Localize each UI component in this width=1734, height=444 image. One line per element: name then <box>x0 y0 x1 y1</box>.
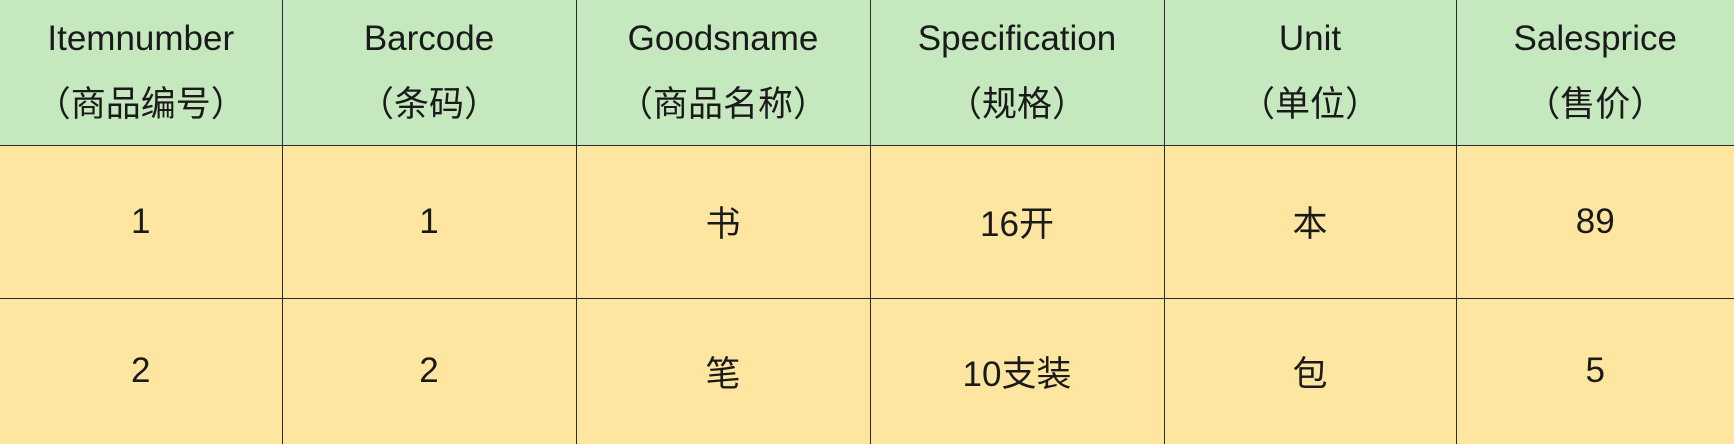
header-label-en: Unit <box>1278 18 1342 58</box>
cell-goodsname: 笔 <box>575 297 871 444</box>
cell-salesprice: 89 <box>1455 144 1734 299</box>
header-unit: Unit （单位） <box>1163 0 1457 146</box>
header-label-en: Barcode <box>363 18 495 58</box>
header-label-en: Specification <box>917 18 1117 58</box>
goods-table: Itemnumber （商品编号） Barcode （条码） Goodsname… <box>0 0 1734 444</box>
header-label-en: Itemnumber <box>47 18 235 58</box>
header-label-zh: （单位） <box>1239 85 1380 125</box>
cell-barcode: 1 <box>281 144 577 299</box>
cell-salesprice: 5 <box>1455 297 1734 444</box>
cell-unit: 包 <box>1163 297 1457 444</box>
table-row: 1 1 书 16开 本 89 <box>0 144 1734 299</box>
cell-unit: 本 <box>1163 144 1457 299</box>
cell-itemnumber: 2 <box>0 297 283 444</box>
header-label-en: Salesprice <box>1513 18 1677 58</box>
header-barcode: Barcode （条码） <box>281 0 577 146</box>
cell-barcode: 2 <box>281 297 577 444</box>
header-itemnumber: Itemnumber （商品编号） <box>0 0 283 146</box>
header-label-zh: （条码） <box>358 85 499 125</box>
header-label-en: Goodsname <box>627 18 819 58</box>
header-goodsname: Goodsname （商品名称） <box>575 0 871 146</box>
header-label-zh: （商品编号） <box>35 85 246 125</box>
header-specification: Specification （规格） <box>869 0 1165 146</box>
cell-itemnumber: 1 <box>0 144 283 299</box>
header-label-zh: （售价） <box>1525 85 1666 125</box>
cell-specification: 16开 <box>869 144 1165 299</box>
cell-specification: 10支装 <box>869 297 1165 444</box>
header-salesprice: Salesprice （售价） <box>1455 0 1734 146</box>
header-label-zh: （商品名称） <box>617 85 828 125</box>
header-row: Itemnumber （商品编号） Barcode （条码） Goodsname… <box>0 0 1734 146</box>
cell-goodsname: 书 <box>575 144 871 299</box>
header-label-zh: （规格） <box>946 85 1087 125</box>
table-row: 2 2 笔 10支装 包 5 <box>0 297 1734 444</box>
